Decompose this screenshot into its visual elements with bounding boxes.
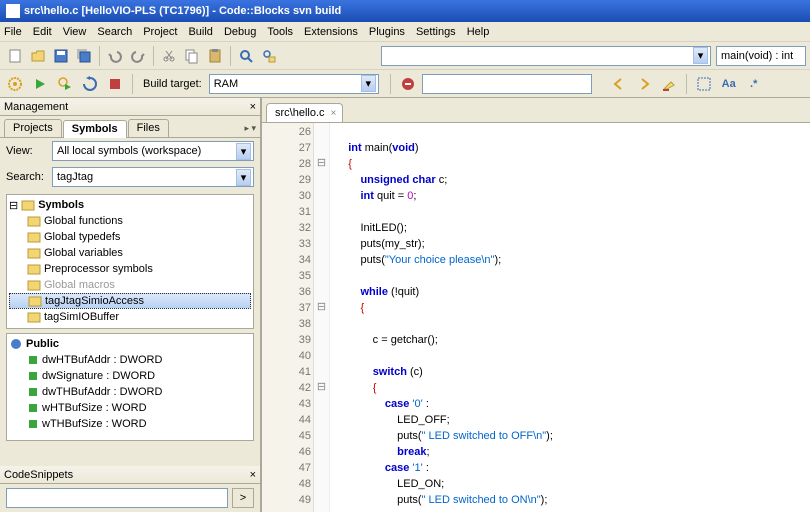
paste-icon[interactable] <box>204 45 226 67</box>
menubar: File Edit View Search Project Build Debu… <box>0 22 810 42</box>
function-combo-value: main(void) : int <box>721 50 793 62</box>
menu-tools[interactable]: Tools <box>267 26 293 38</box>
tree-item[interactable]: Global macros <box>9 277 251 293</box>
search-label: Search: <box>6 171 48 183</box>
tree-item[interactable]: Global typedefs <box>9 229 251 245</box>
tree-item[interactable]: Preprocessor symbols <box>9 261 251 277</box>
search-combo[interactable]: tagJtag▾ <box>52 167 254 187</box>
copy-icon[interactable] <box>181 45 203 67</box>
symbol-combo-empty[interactable]: ▾ <box>381 46 711 66</box>
go-button[interactable]: > <box>232 488 254 508</box>
close-icon[interactable]: × <box>250 101 256 113</box>
menu-file[interactable]: File <box>4 26 22 38</box>
tree-item[interactable]: Global functions <box>9 213 251 229</box>
build-target-value: RAM <box>214 78 359 90</box>
app-icon <box>6 4 20 18</box>
menu-debug[interactable]: Debug <box>224 26 256 38</box>
menu-project[interactable]: Project <box>143 26 177 38</box>
redo-icon[interactable] <box>127 45 149 67</box>
menu-edit[interactable]: Edit <box>33 26 52 38</box>
management-tabs: Projects Symbols Files ▸ ▾ <box>0 116 260 138</box>
save-all-icon[interactable] <box>73 45 95 67</box>
snippets-header: CodeSnippets × <box>0 466 260 484</box>
tree-root[interactable]: ⊟Symbols <box>9 197 251 213</box>
match-case-icon[interactable]: Aa <box>718 73 740 95</box>
tree-item[interactable]: tagJtagSimioAccess <box>9 293 251 309</box>
fold-column[interactable]: ⊟ ⊟ ⊟ <box>314 123 330 512</box>
undo-icon[interactable] <box>104 45 126 67</box>
abort-icon[interactable] <box>104 73 126 95</box>
build-run-icon[interactable] <box>54 73 76 95</box>
tab-symbols[interactable]: Symbols <box>63 120 127 138</box>
debug-combo[interactable] <box>422 74 592 94</box>
management-panel: Management × Projects Symbols Files ▸ ▾ … <box>0 98 262 512</box>
tree-item[interactable]: wTHBufSize : WORD <box>9 416 251 432</box>
file-tab-label: src\hello.c <box>275 107 325 119</box>
menu-build[interactable]: Build <box>188 26 212 38</box>
window-title: src\hello.c [HelloVIO-PLS (TC1796)] - Co… <box>24 5 341 17</box>
cut-icon[interactable] <box>158 45 180 67</box>
toolbar-main: ▾ main(void) : int <box>0 42 810 70</box>
management-header: Management × <box>0 98 260 116</box>
tree-item[interactable]: Global variables <box>9 245 251 261</box>
view-combo[interactable]: All local symbols (workspace)▾ <box>52 141 254 161</box>
menu-search[interactable]: Search <box>97 26 132 38</box>
file-tabs: src\hello.c × <box>262 98 810 122</box>
management-title: Management <box>4 101 68 113</box>
symbols-tree[interactable]: ⊟SymbolsGlobal functionsGlobal typedefsG… <box>6 194 254 329</box>
chevron-down-icon[interactable]: ▾ <box>236 169 251 186</box>
nav-forward-icon[interactable] <box>633 73 655 95</box>
select-icon[interactable] <box>693 73 715 95</box>
search-combo-value: tagJtag <box>57 171 234 183</box>
build-icon[interactable] <box>4 73 26 95</box>
nav-back-icon[interactable] <box>608 73 630 95</box>
menu-plugins[interactable]: Plugins <box>369 26 405 38</box>
save-icon[interactable] <box>50 45 72 67</box>
chevron-down-icon[interactable]: ▾ <box>693 47 708 64</box>
menu-view[interactable]: View <box>63 26 87 38</box>
chevron-down-icon[interactable]: ▾ <box>236 143 251 160</box>
chevron-down-icon[interactable]: ▾ <box>361 75 376 92</box>
snippets-title: CodeSnippets <box>4 469 73 481</box>
view-label: View: <box>6 145 48 157</box>
code-content[interactable]: int main(void) { unsigned char c; int qu… <box>330 123 553 512</box>
code-pane: src\hello.c × 26272829303132333435363738… <box>262 98 810 512</box>
function-combo[interactable]: main(void) : int <box>716 46 806 66</box>
menu-help[interactable]: Help <box>467 26 490 38</box>
open-icon[interactable] <box>27 45 49 67</box>
file-tab[interactable]: src\hello.c × <box>266 103 343 122</box>
run-icon[interactable] <box>29 73 51 95</box>
tree-item[interactable]: tagSimIOBuffer <box>9 309 251 325</box>
rebuild-icon[interactable] <box>79 73 101 95</box>
tab-projects[interactable]: Projects <box>4 119 62 137</box>
tab-overflow-icon[interactable]: ▸ ▾ <box>244 119 256 137</box>
regex-icon[interactable]: .* <box>743 73 765 95</box>
tree-item[interactable]: wHTBufSize : WORD <box>9 400 251 416</box>
find-icon[interactable] <box>235 45 257 67</box>
stop-debug-icon[interactable] <box>397 73 419 95</box>
tree-item[interactable]: dwTHBufAddr : DWORD <box>9 384 251 400</box>
toolbar-build: Build target: RAM▾ Aa .* <box>0 70 810 98</box>
titlebar: src\hello.c [HelloVIO-PLS (TC1796)] - Co… <box>0 0 810 22</box>
replace-icon[interactable] <box>258 45 280 67</box>
highlight-icon[interactable] <box>658 73 680 95</box>
public-tree[interactable]: PublicdwHTBufAddr : DWORDdwSignature : D… <box>6 333 254 441</box>
build-target-combo[interactable]: RAM▾ <box>209 74 379 94</box>
code-editor[interactable]: 2627282930313233343536373839404142434445… <box>262 122 810 512</box>
line-gutter: 2627282930313233343536373839404142434445… <box>262 123 314 512</box>
close-icon[interactable]: × <box>250 469 256 481</box>
tree-item[interactable]: dwHTBufAddr : DWORD <box>9 352 251 368</box>
snippets-input[interactable] <box>6 488 228 508</box>
tab-files[interactable]: Files <box>128 119 169 137</box>
menu-settings[interactable]: Settings <box>416 26 456 38</box>
close-tab-icon[interactable]: × <box>331 108 337 119</box>
menu-extensions[interactable]: Extensions <box>304 26 358 38</box>
build-target-label: Build target: <box>143 78 202 90</box>
tree-item[interactable]: dwSignature : DWORD <box>9 368 251 384</box>
tree-root[interactable]: Public <box>9 336 251 352</box>
new-file-icon[interactable] <box>4 45 26 67</box>
view-combo-value: All local symbols (workspace) <box>57 145 234 157</box>
